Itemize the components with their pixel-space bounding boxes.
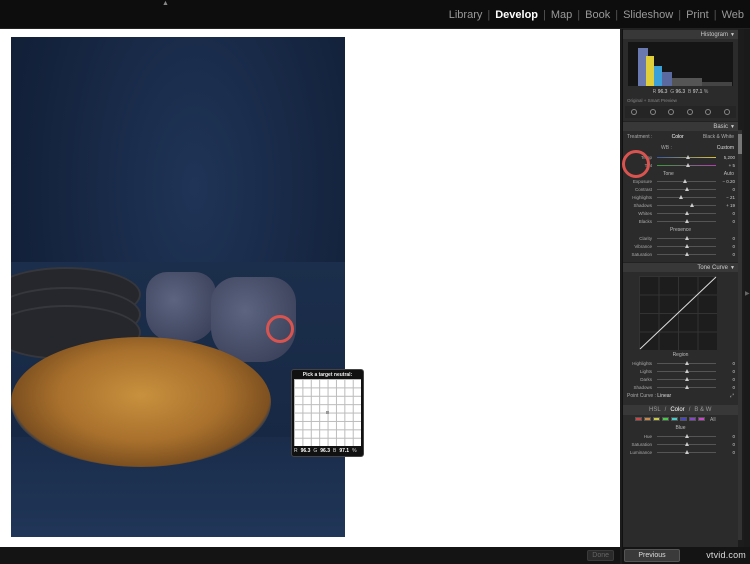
collapse-triangle-icon: ▼ [730, 32, 735, 38]
toolbar: Done [0, 547, 620, 564]
highlights-slider[interactable]: Highlights − 21 [623, 193, 738, 201]
hsl-saturation-slider[interactable]: Saturation 0 [623, 440, 738, 448]
hsl-tab[interactable]: HSL [649, 407, 661, 415]
photo-pie-dish [11, 337, 271, 467]
right-edge-strip [744, 29, 750, 547]
tc-highlights-slider[interactable]: Highlights 0 [623, 359, 738, 367]
hue-slider[interactable]: Hue 0 [623, 432, 738, 440]
collapse-triangle-icon: ▼ [730, 124, 735, 130]
whites-slider[interactable]: Whites 0 [623, 209, 738, 217]
module-book[interactable]: Book [583, 9, 612, 21]
module-bar: ▲ Library | Develop | Map | Book | Slide… [0, 0, 750, 29]
image-canvas[interactable]: Pick a target neutral: R 96.3 G 96.3 B 97.1… [0, 29, 620, 547]
basic-header[interactable]: Basic ▼ [623, 121, 738, 131]
swatch-red[interactable] [635, 417, 642, 421]
develop-right-panel: Histogram ▼ R 96.3 G 96.3 B 97.1 % Origin… [622, 29, 738, 547]
treatment-color[interactable]: Color [672, 134, 684, 140]
tone-curve-header[interactable]: Tone Curve ▼ [623, 262, 738, 272]
swatch-magenta[interactable] [698, 417, 705, 421]
all-colors-button[interactable]: All [710, 417, 716, 423]
hsl-header: HSL / Color / B & W [623, 405, 738, 415]
auto-tone-button[interactable]: Auto [724, 171, 734, 177]
wb-picker-loupe: Pick a target neutral: R 96.3 G 96.3 B 97.1… [291, 369, 364, 457]
loupe-pixel-grid [294, 379, 361, 446]
collapse-right-arrow-icon[interactable]: ▶ [745, 290, 750, 297]
wb-select[interactable]: Custom [717, 145, 734, 151]
tone-curve-line [639, 276, 717, 350]
tc-darks-slider[interactable]: Darks 0 [623, 375, 738, 383]
blue-label: Blue [675, 425, 686, 431]
tone-curve-graph[interactable] [639, 276, 717, 350]
photo-pie[interactable] [11, 37, 345, 537]
panel-footer: Previous vtvid.com [622, 547, 750, 564]
module-develop[interactable]: Develop [493, 9, 540, 21]
point-curve-row: Point Curve : Linear ⤢ [627, 393, 734, 399]
exposure-slider[interactable]: Exposure − 0.20 [623, 177, 738, 185]
spot-removal-icon[interactable] [649, 109, 656, 115]
clarity-slider[interactable]: Clarity 0 [623, 234, 738, 242]
swatch-yellow[interactable] [653, 417, 660, 421]
histogram-header[interactable]: Histogram ▼ [623, 29, 738, 39]
module-slideshow[interactable]: Slideshow [621, 9, 675, 21]
color-swatches: All [623, 415, 738, 423]
edit-point-curve-icon[interactable]: ⤢ [730, 393, 734, 399]
point-curve-select[interactable]: Linear [657, 393, 671, 399]
treatment-bw[interactable]: Black & White [703, 134, 734, 140]
module-library[interactable]: Library [447, 9, 485, 21]
panel-scroll-thumb[interactable] [738, 134, 742, 154]
graduated-filter-icon[interactable] [686, 109, 693, 115]
previous-button[interactable]: Previous [624, 549, 680, 562]
collapse-top-arrow-icon[interactable]: ▲ [162, 0, 169, 7]
picker-cursor-ring [266, 315, 294, 343]
histogram-graph [628, 42, 733, 86]
adjustment-brush-icon[interactable] [723, 109, 730, 115]
presence-label: Presence [669, 227, 692, 233]
tool-strip [625, 106, 736, 118]
panel-scrollbar[interactable] [738, 130, 742, 540]
shadows-slider[interactable]: Shadows + 19 [623, 201, 738, 209]
tc-shadows-slider[interactable]: Shadows 0 [623, 383, 738, 391]
swatch-orange[interactable] [644, 417, 651, 421]
color-tab[interactable]: Color [670, 407, 684, 415]
smart-preview-status: Original + Smart Preview [627, 98, 677, 103]
photo-cup [146, 272, 216, 342]
collapse-triangle-icon: ▼ [730, 265, 735, 271]
swatch-aqua[interactable] [671, 417, 678, 421]
luminance-slider[interactable]: Luminance 0 [623, 448, 738, 456]
tc-lights-slider[interactable]: Lights 0 [623, 367, 738, 375]
crop-tool-icon[interactable] [631, 109, 638, 115]
blacks-slider[interactable]: Blacks 0 [623, 217, 738, 225]
radial-filter-icon[interactable] [705, 109, 712, 115]
module-web[interactable]: Web [720, 9, 746, 21]
done-button[interactable]: Done [587, 550, 614, 561]
swatch-blue[interactable] [680, 417, 687, 421]
histogram-readout: R 96.3 G 96.3 B 97.1 % [652, 89, 709, 95]
loupe-title: Pick a target neutral: [302, 372, 353, 378]
swatch-purple[interactable] [689, 417, 696, 421]
region-label: Region [672, 352, 689, 358]
module-print[interactable]: Print [684, 9, 711, 21]
red-eye-icon[interactable] [668, 109, 675, 115]
treatment-row: Treatment : Color Black & White [627, 134, 734, 140]
bw-tab[interactable]: B & W [694, 407, 711, 415]
module-map[interactable]: Map [549, 9, 574, 21]
saturation-slider[interactable]: Saturation 0 [623, 250, 738, 258]
loupe-readout: R 96.3 G 96.3 B 97.1 % [294, 448, 357, 454]
vibrance-slider[interactable]: Vibrance 0 [623, 242, 738, 250]
module-picker: Library | Develop | Map | Book | Slidesh… [447, 9, 746, 21]
panel-highlight-ring [622, 150, 650, 178]
watermark: vtvid.com [706, 550, 746, 560]
swatch-green[interactable] [662, 417, 669, 421]
contrast-slider[interactable]: Contrast 0 [623, 185, 738, 193]
